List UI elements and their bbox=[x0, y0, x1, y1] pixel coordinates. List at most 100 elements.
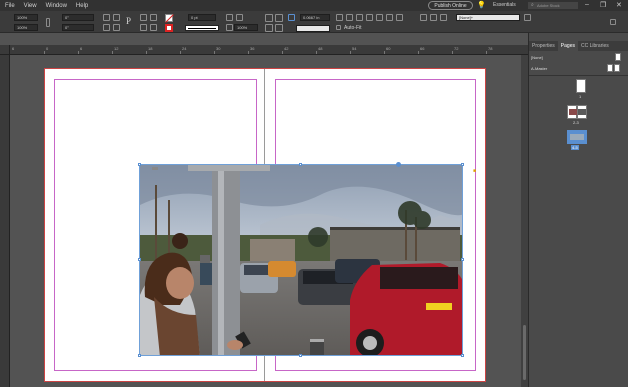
select-content-icon[interactable] bbox=[150, 14, 157, 21]
placed-image-frame[interactable] bbox=[139, 164, 463, 356]
type-icon[interactable]: P bbox=[126, 16, 131, 26]
spread-4-5-label: 4-5 bbox=[571, 145, 579, 150]
constrain-link-icon[interactable] bbox=[46, 18, 50, 27]
select-next-icon[interactable] bbox=[150, 24, 157, 31]
stroke-type-select[interactable] bbox=[185, 25, 219, 31]
center-content-icon[interactable] bbox=[265, 24, 273, 32]
vertical-scrollbar[interactable] bbox=[521, 55, 528, 387]
publish-online-label: Publish Online bbox=[434, 2, 467, 9]
rotate-ccw-icon[interactable] bbox=[113, 14, 120, 21]
flip-v-icon[interactable] bbox=[113, 24, 120, 31]
fit-frame-icon[interactable] bbox=[275, 14, 283, 22]
select-prev-icon[interactable] bbox=[140, 24, 147, 31]
ruler-label: 78 bbox=[488, 46, 493, 51]
ruler-label: 18 bbox=[148, 46, 153, 51]
fill-swatch[interactable] bbox=[165, 14, 174, 23]
scroll-thumb[interactable] bbox=[523, 325, 526, 380]
menu-view[interactable]: View bbox=[24, 3, 37, 9]
handle-bottom-middle[interactable] bbox=[299, 354, 302, 357]
ruler-label: 12 bbox=[114, 46, 119, 51]
ruler-label: 54 bbox=[352, 46, 357, 51]
auto-fit-checkbox[interactable] bbox=[336, 25, 341, 30]
tab-cc-libraries[interactable]: CC Libraries bbox=[578, 41, 612, 51]
ruler-label: 42 bbox=[284, 46, 289, 51]
ruler-label: 6 bbox=[12, 46, 15, 51]
wrap-shape-icon[interactable] bbox=[440, 14, 447, 21]
opacity-field[interactable]: 100% bbox=[234, 24, 258, 31]
maximize-icon[interactable]: ❐ bbox=[600, 1, 606, 9]
ruler-label: 6 bbox=[80, 46, 83, 51]
align-middle-icon[interactable] bbox=[376, 14, 383, 21]
frame-corner-marker: ■ bbox=[473, 168, 477, 174]
publish-online-button[interactable]: Publish Online bbox=[428, 1, 473, 10]
rotate-cw-icon[interactable] bbox=[103, 14, 110, 21]
spread-2-3-label: 2-3 bbox=[573, 120, 579, 125]
vertical-ruler[interactable] bbox=[0, 45, 10, 387]
handle-middle-right[interactable] bbox=[461, 258, 464, 261]
wrap-none-icon[interactable] bbox=[420, 14, 427, 21]
flip-h-icon[interactable] bbox=[103, 24, 110, 31]
effects-icon[interactable] bbox=[236, 14, 243, 21]
ruler-label: 36 bbox=[250, 46, 255, 51]
ruler-label: 66 bbox=[420, 46, 425, 51]
align-center-icon[interactable] bbox=[346, 14, 353, 21]
minimize-icon[interactable]: – bbox=[585, 1, 589, 8]
fx-icon[interactable] bbox=[226, 24, 233, 31]
fill-frame-icon[interactable] bbox=[275, 24, 283, 32]
wrap-bbox-icon[interactable] bbox=[430, 14, 437, 21]
page-1-thumb[interactable] bbox=[576, 79, 586, 93]
menu-file[interactable]: File bbox=[5, 3, 15, 9]
stroke-weight-field[interactable]: 0 pt bbox=[188, 14, 216, 21]
a-master-thumb-left[interactable] bbox=[607, 64, 613, 72]
handle-top-left[interactable] bbox=[138, 163, 141, 166]
align-bottom-icon[interactable] bbox=[386, 14, 393, 21]
stroke-swatch[interactable] bbox=[165, 24, 173, 32]
frame-options-field[interactable] bbox=[296, 25, 330, 32]
object-style-select[interactable]: [None]+ bbox=[456, 14, 520, 21]
handle-bottom-left[interactable] bbox=[138, 354, 141, 357]
none-master-label[interactable]: [None] bbox=[531, 55, 543, 60]
ruler-origin[interactable] bbox=[0, 45, 10, 55]
align-right-icon[interactable] bbox=[356, 14, 363, 21]
align-left-icon[interactable] bbox=[336, 14, 343, 21]
handle-top-right[interactable] bbox=[461, 163, 464, 166]
page-3-thumb[interactable] bbox=[577, 105, 587, 119]
handle-bottom-right[interactable] bbox=[461, 354, 464, 357]
ruler-label: 0 bbox=[46, 46, 49, 51]
ruler-label: 60 bbox=[386, 46, 391, 51]
a-master-label[interactable]: A-Master bbox=[531, 66, 547, 71]
a-master-thumb-right[interactable] bbox=[614, 64, 620, 72]
auto-fit-label: Auto-Fit bbox=[344, 25, 362, 31]
tab-pages[interactable]: Pages bbox=[557, 41, 578, 51]
panel-menu-icon[interactable] bbox=[610, 19, 616, 25]
lightbulb-icon[interactable]: 💡 bbox=[477, 1, 486, 9]
select-container-icon[interactable] bbox=[140, 14, 147, 21]
scale-x-field[interactable]: 100% bbox=[14, 14, 38, 21]
close-icon[interactable]: ✕ bbox=[616, 1, 622, 9]
menu-help[interactable]: Help bbox=[76, 3, 88, 9]
workspace-switcher[interactable]: Essentials bbox=[493, 2, 516, 8]
rotation-field[interactable]: 0° bbox=[62, 14, 94, 21]
align-top-icon[interactable] bbox=[366, 14, 373, 21]
ruler-label: 72 bbox=[454, 46, 459, 51]
spacing-field[interactable]: 0.0667 in bbox=[300, 14, 330, 21]
shear-field[interactable]: 0° bbox=[62, 24, 94, 31]
stock-search-input[interactable]: Adobe Stock bbox=[528, 2, 578, 9]
horizontal-ruler[interactable]: 6 0 6 12 18 24 30 36 42 48 54 60 66 72 7… bbox=[10, 45, 528, 55]
handle-middle-left[interactable] bbox=[138, 258, 141, 261]
distribute-icon[interactable] bbox=[396, 14, 403, 21]
handle-top-middle[interactable] bbox=[299, 163, 302, 166]
content-grabber[interactable] bbox=[396, 162, 401, 167]
menu-window[interactable]: Window bbox=[46, 3, 67, 9]
ruler-label: 48 bbox=[318, 46, 323, 51]
object-style-icon[interactable] bbox=[524, 14, 531, 21]
spread-4-5-thumb[interactable] bbox=[567, 130, 587, 144]
tab-properties[interactable]: Properties bbox=[529, 41, 558, 51]
scale-y-field[interactable]: 100% bbox=[14, 24, 38, 31]
none-master-thumb[interactable] bbox=[615, 53, 621, 61]
panel-divider bbox=[529, 75, 628, 76]
drop-shadow-icon[interactable] bbox=[226, 14, 233, 21]
reference-point-icon[interactable] bbox=[288, 14, 295, 21]
page-2-thumb[interactable] bbox=[567, 105, 577, 119]
fit-content-icon[interactable] bbox=[265, 14, 273, 22]
